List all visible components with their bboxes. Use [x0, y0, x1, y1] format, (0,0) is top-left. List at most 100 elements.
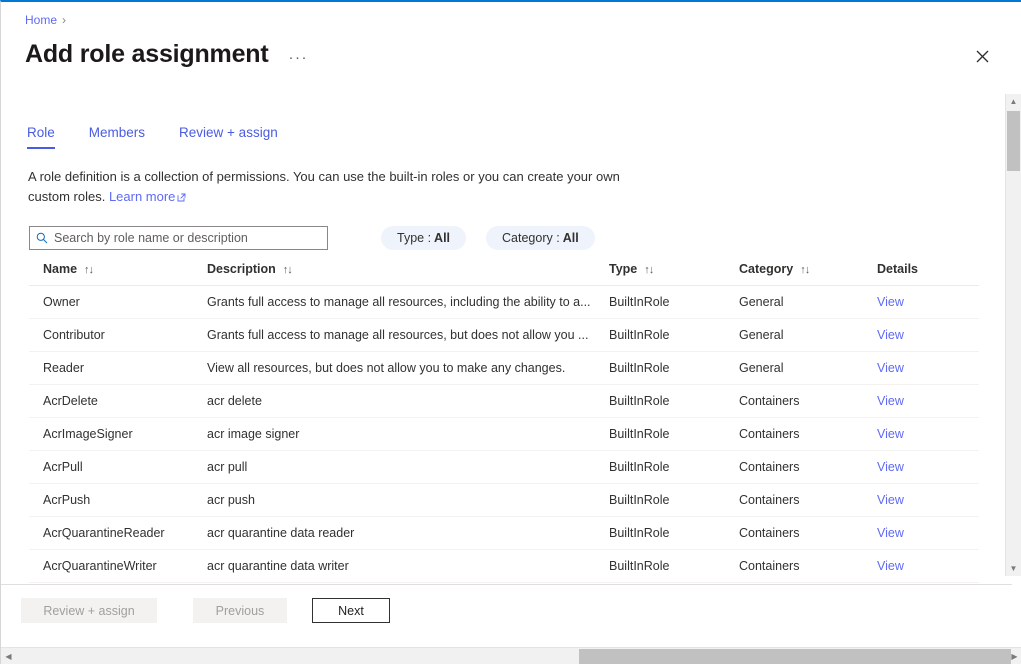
cell-details[interactable]: View	[877, 484, 979, 517]
cell-description: View all resources, but does not allow y…	[207, 352, 609, 385]
cell-name: Owner	[29, 286, 207, 319]
review-assign-button[interactable]: Review + assign	[21, 598, 157, 623]
view-details-link[interactable]: View	[877, 427, 904, 441]
search-box[interactable]	[29, 226, 328, 250]
table-row[interactable]: AcrPullacr pullBuiltInRoleContainersView	[29, 451, 979, 484]
scroll-right-icon[interactable]: ▶	[1007, 648, 1021, 664]
roles-table: Name↑↓ Description↑↓ Type↑↓ Category↑↓ D…	[29, 262, 979, 583]
page-title: Add role assignment	[25, 38, 268, 70]
cell-type: BuiltInRole	[609, 352, 739, 385]
column-header-details-label: Details	[877, 262, 918, 276]
filter-pill-type[interactable]: Type : All	[381, 226, 466, 250]
column-header-name-label: Name	[43, 262, 77, 276]
filter-pill-category-value: All	[563, 231, 579, 245]
column-header-category-label: Category	[739, 262, 793, 276]
breadcrumb-separator-icon: ›	[62, 14, 66, 26]
view-details-link[interactable]: View	[877, 394, 904, 408]
horizontal-scrollbar[interactable]: ◀ ▶	[1, 647, 1021, 664]
filter-pill-category[interactable]: Category : All	[486, 226, 595, 250]
cell-description: Grants full access to manage all resourc…	[207, 286, 609, 319]
cell-details[interactable]: View	[877, 385, 979, 418]
cell-type: BuiltInRole	[609, 385, 739, 418]
sort-icon: ↑↓	[644, 264, 653, 276]
footer-divider	[1, 584, 1012, 585]
scroll-down-icon[interactable]: ▼	[1006, 561, 1021, 576]
cell-details[interactable]: View	[877, 319, 979, 352]
cell-category: General	[739, 286, 877, 319]
cell-description: acr image signer	[207, 418, 609, 451]
cell-category: Containers	[739, 550, 877, 583]
tab-role-label: Role	[27, 125, 55, 140]
column-header-name[interactable]: Name ↑↓	[29, 262, 207, 286]
close-icon	[976, 50, 989, 63]
cell-details[interactable]: View	[877, 286, 979, 319]
table-row[interactable]: OwnerGrants full access to manage all re…	[29, 286, 979, 319]
view-details-link[interactable]: View	[877, 295, 904, 309]
column-header-description-label: Description	[207, 262, 276, 276]
tab-review-assign-label: Review + assign	[179, 125, 278, 140]
column-header-type[interactable]: Type↑↓	[609, 262, 739, 286]
column-header-description[interactable]: Description ↑↓	[207, 262, 609, 286]
cell-category: General	[739, 352, 877, 385]
search-icon	[36, 232, 48, 244]
next-button[interactable]: Next	[312, 598, 390, 623]
tab-review-assign[interactable]: Review + assign	[162, 123, 295, 149]
view-details-link[interactable]: View	[877, 361, 904, 375]
cell-details[interactable]: View	[877, 517, 979, 550]
learn-more-link[interactable]: Learn more	[109, 189, 175, 204]
next-button-label: Next	[338, 604, 364, 618]
wizard-tabs: Role Members Review + assign	[27, 123, 295, 149]
horizontal-scrollbar-thumb[interactable]	[579, 649, 1011, 664]
cell-type: BuiltInRole	[609, 418, 739, 451]
column-header-category[interactable]: Category↑↓	[739, 262, 877, 286]
tab-role[interactable]: Role	[27, 123, 72, 149]
sort-icon: ↑↓	[283, 264, 292, 276]
table-row[interactable]: AcrPushacr pushBuiltInRoleContainersView	[29, 484, 979, 517]
view-details-link[interactable]: View	[877, 460, 904, 474]
scroll-up-icon[interactable]: ▲	[1006, 94, 1021, 109]
table-row[interactable]: AcrQuarantineWriteracr quarantine data w…	[29, 550, 979, 583]
cell-category: Containers	[739, 418, 877, 451]
cell-name: AcrQuarantineReader	[29, 517, 207, 550]
cell-description: acr delete	[207, 385, 609, 418]
filter-pill-type-value: All	[434, 231, 450, 245]
view-details-link[interactable]: View	[877, 526, 904, 540]
cell-description: Grants full access to manage all resourc…	[207, 319, 609, 352]
vertical-scrollbar[interactable]: ▲ ▼	[1005, 94, 1021, 576]
sort-icon: ↑↓	[84, 264, 93, 276]
table-row[interactable]: AcrImageSigneracr image signerBuiltInRol…	[29, 418, 979, 451]
search-input[interactable]	[54, 231, 321, 245]
view-details-link[interactable]: View	[877, 493, 904, 507]
table-header-row: Name↑↓ Description↑↓ Type↑↓ Category↑↓ D…	[29, 262, 979, 286]
vertical-scrollbar-thumb[interactable]	[1007, 111, 1020, 171]
cell-type: BuiltInRole	[609, 286, 739, 319]
cell-details[interactable]: View	[877, 418, 979, 451]
cell-details[interactable]: View	[877, 451, 979, 484]
cell-name: AcrImageSigner	[29, 418, 207, 451]
cell-name: AcrDelete	[29, 385, 207, 418]
cell-details[interactable]: View	[877, 550, 979, 583]
more-options-icon[interactable]: ···	[284, 47, 312, 68]
view-details-link[interactable]: View	[877, 328, 904, 342]
cell-category: Containers	[739, 385, 877, 418]
cell-description: acr quarantine data reader	[207, 517, 609, 550]
view-details-link[interactable]: View	[877, 559, 904, 573]
table-row[interactable]: ReaderView all resources, but does not a…	[29, 352, 979, 385]
cell-name: AcrQuarantineWriter	[29, 550, 207, 583]
scroll-left-icon[interactable]: ◀	[1, 648, 16, 664]
cell-category: Containers	[739, 517, 877, 550]
cell-description: acr push	[207, 484, 609, 517]
tab-members[interactable]: Members	[72, 123, 162, 149]
table-row[interactable]: ContributorGrants full access to manage …	[29, 319, 979, 352]
table-row[interactable]: AcrDeleteacr deleteBuiltInRoleContainers…	[29, 385, 979, 418]
tab-members-label: Members	[89, 125, 145, 140]
table-row[interactable]: AcrQuarantineReaderacr quarantine data r…	[29, 517, 979, 550]
breadcrumb-home-link[interactable]: Home	[25, 13, 57, 27]
close-button[interactable]	[968, 42, 996, 70]
filter-row: Type : All Category : All	[29, 226, 595, 250]
footer-actions: Review + assign Previous Next	[21, 598, 390, 623]
page-title-row: Add role assignment ···	[25, 38, 312, 70]
cell-details[interactable]: View	[877, 352, 979, 385]
cell-name: Reader	[29, 352, 207, 385]
previous-button[interactable]: Previous	[193, 598, 287, 623]
